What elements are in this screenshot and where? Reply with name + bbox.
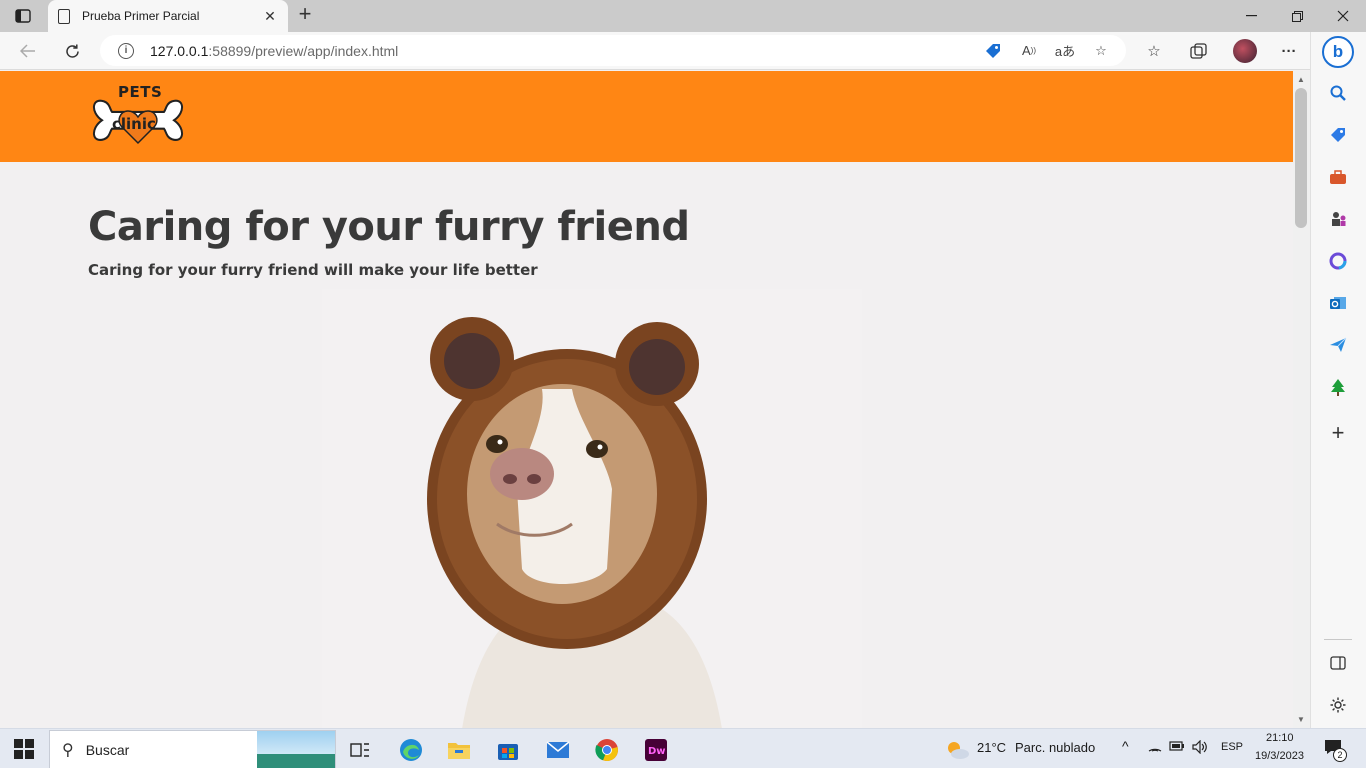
address-bar[interactable]: i 127.0.0.1:58899/preview/app/index.html… bbox=[100, 35, 1126, 66]
close-tab-icon[interactable]: ✕ bbox=[262, 8, 278, 25]
svg-text:Dw: Dw bbox=[648, 746, 666, 757]
weather-temperature[interactable]: 21°C bbox=[977, 740, 1006, 755]
volume-icon[interactable] bbox=[1192, 739, 1208, 757]
search-icon[interactable] bbox=[1327, 82, 1349, 104]
translate-icon[interactable]: aあ bbox=[1054, 40, 1076, 62]
chess-icon[interactable] bbox=[1327, 208, 1349, 230]
browser-toolbar: i 127.0.0.1:58899/preview/app/index.html… bbox=[0, 32, 1310, 70]
favorites-icon[interactable]: ☆ bbox=[1143, 40, 1165, 62]
windows-start-icon[interactable] bbox=[14, 739, 34, 759]
notification-count-badge: 2 bbox=[1333, 748, 1347, 762]
logo-text-pets: PETS bbox=[118, 83, 163, 101]
minimize-button[interactable] bbox=[1228, 0, 1274, 32]
url-text[interactable]: 127.0.0.1:58899/preview/app/index.html bbox=[150, 43, 982, 59]
microsoft-store-icon[interactable] bbox=[488, 733, 528, 767]
scroll-down-icon[interactable]: ▼ bbox=[1297, 715, 1305, 724]
edge-app-icon[interactable] bbox=[391, 733, 431, 767]
page-viewport: PETS clinic Caring for your furry friend… bbox=[0, 71, 1293, 728]
weather-description[interactable]: Parc. nublado bbox=[1015, 740, 1095, 755]
taskbar-search[interactable]: ⚲ Buscar bbox=[49, 730, 336, 768]
scrollbar-thumb[interactable] bbox=[1295, 88, 1307, 228]
send-icon[interactable] bbox=[1327, 334, 1349, 356]
tab-actions-icon[interactable] bbox=[10, 6, 36, 26]
refresh-icon[interactable] bbox=[60, 39, 84, 63]
panel-icon[interactable] bbox=[1327, 652, 1349, 674]
bing-chat-icon[interactable]: b bbox=[1322, 36, 1354, 68]
back-icon[interactable] bbox=[16, 39, 40, 63]
search-icon: ⚲ bbox=[62, 741, 74, 759]
page-icon bbox=[58, 8, 70, 24]
tab-title: Prueba Primer Parcial bbox=[82, 9, 200, 23]
office-icon[interactable] bbox=[1327, 250, 1349, 272]
url-host: 127.0.0.1 bbox=[150, 42, 209, 59]
pets-clinic-logo[interactable]: PETS clinic bbox=[88, 81, 188, 153]
close-window-button[interactable] bbox=[1320, 0, 1366, 32]
tab-strip: Prueba Primer Parcial ✕ + bbox=[0, 0, 1366, 32]
language-indicator[interactable]: ESP bbox=[1221, 741, 1243, 753]
dog-in-bear-hat-image bbox=[322, 289, 862, 728]
clock-time[interactable]: 21:10 bbox=[1266, 732, 1294, 744]
battery-icon[interactable] bbox=[1169, 740, 1185, 755]
mail-icon[interactable] bbox=[538, 733, 578, 767]
page-scrollbar[interactable]: ▲ ▼ bbox=[1293, 71, 1310, 728]
add-icon[interactable]: + bbox=[1327, 420, 1349, 445]
tag-icon[interactable] bbox=[1327, 124, 1349, 146]
url-path: :58899/preview/app/index.html bbox=[208, 42, 399, 59]
clock-date[interactable]: 19/3/2023 bbox=[1255, 750, 1304, 762]
active-tab[interactable]: Prueba Primer Parcial ✕ bbox=[48, 0, 288, 32]
file-explorer-icon[interactable] bbox=[439, 733, 479, 767]
more-options-icon[interactable]: ··· bbox=[1278, 40, 1300, 62]
restore-button[interactable] bbox=[1274, 0, 1320, 32]
coupon-tag-icon[interactable] bbox=[982, 40, 1004, 62]
settings-icon[interactable] bbox=[1327, 694, 1349, 716]
search-highlight-image bbox=[257, 730, 335, 768]
dreamweaver-icon[interactable]: Dw bbox=[636, 733, 676, 767]
sidebar-divider bbox=[1324, 639, 1352, 640]
site-header: PETS clinic bbox=[0, 71, 1293, 162]
show-hidden-icons-chevron-icon[interactable]: ^ bbox=[1122, 738, 1129, 754]
network-icon[interactable] bbox=[1148, 740, 1162, 755]
site-info-icon[interactable]: i bbox=[118, 42, 134, 59]
task-view-icon[interactable] bbox=[340, 733, 380, 767]
tree-icon[interactable] bbox=[1327, 376, 1349, 398]
add-favorite-icon[interactable]: ☆ bbox=[1090, 40, 1112, 62]
hero-subtitle: Caring for your furry friend will make y… bbox=[88, 261, 538, 279]
profile-avatar[interactable] bbox=[1233, 39, 1257, 63]
new-tab-button[interactable]: + bbox=[294, 3, 316, 26]
windows-taskbar: ⚲ Buscar Dw 21°C Parc. nublado ^ ESP 21:… bbox=[0, 728, 1366, 768]
chrome-icon[interactable] bbox=[587, 733, 627, 767]
taskbar-search-text: Buscar bbox=[85, 741, 130, 758]
weather-icon[interactable] bbox=[940, 733, 974, 767]
toolbox-icon[interactable] bbox=[1327, 166, 1349, 188]
read-aloud-icon[interactable]: A)) bbox=[1018, 40, 1040, 62]
hero-title: Caring for your furry friend bbox=[88, 204, 690, 250]
outlook-icon[interactable] bbox=[1327, 292, 1349, 314]
collections-icon[interactable] bbox=[1187, 40, 1209, 62]
logo-text-clinic: clinic bbox=[112, 115, 156, 133]
scroll-up-icon[interactable]: ▲ bbox=[1297, 75, 1305, 84]
